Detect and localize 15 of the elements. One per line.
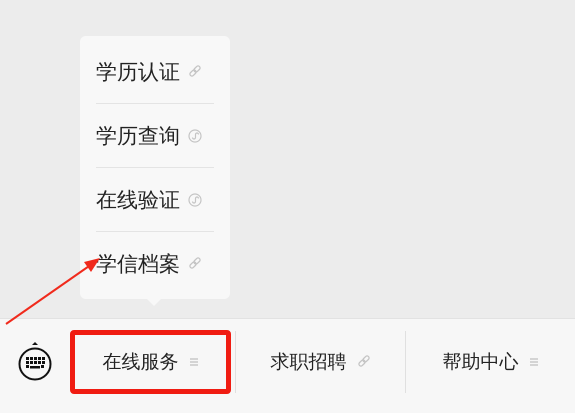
mini-program-icon	[188, 192, 202, 206]
submenu-item[interactable]: 学历认证	[96, 40, 214, 103]
link-icon	[356, 355, 370, 369]
menu-tab[interactable]: 在线服务	[70, 330, 231, 394]
menu-tab[interactable]: 帮助中心	[410, 330, 571, 394]
menu-icon	[188, 357, 198, 367]
menu-icon	[528, 357, 538, 367]
link-icon	[188, 256, 202, 270]
submenu-item[interactable]: 学信档案	[96, 231, 214, 295]
submenu-item[interactable]: 在线验证	[96, 167, 214, 231]
submenu-item[interactable]: 学历查询	[96, 103, 214, 167]
keyboard-icon[interactable]	[17, 341, 53, 381]
mini-program-icon	[188, 128, 202, 142]
menu-tab[interactable]: 求职招聘	[240, 330, 401, 394]
link-icon	[188, 64, 202, 78]
